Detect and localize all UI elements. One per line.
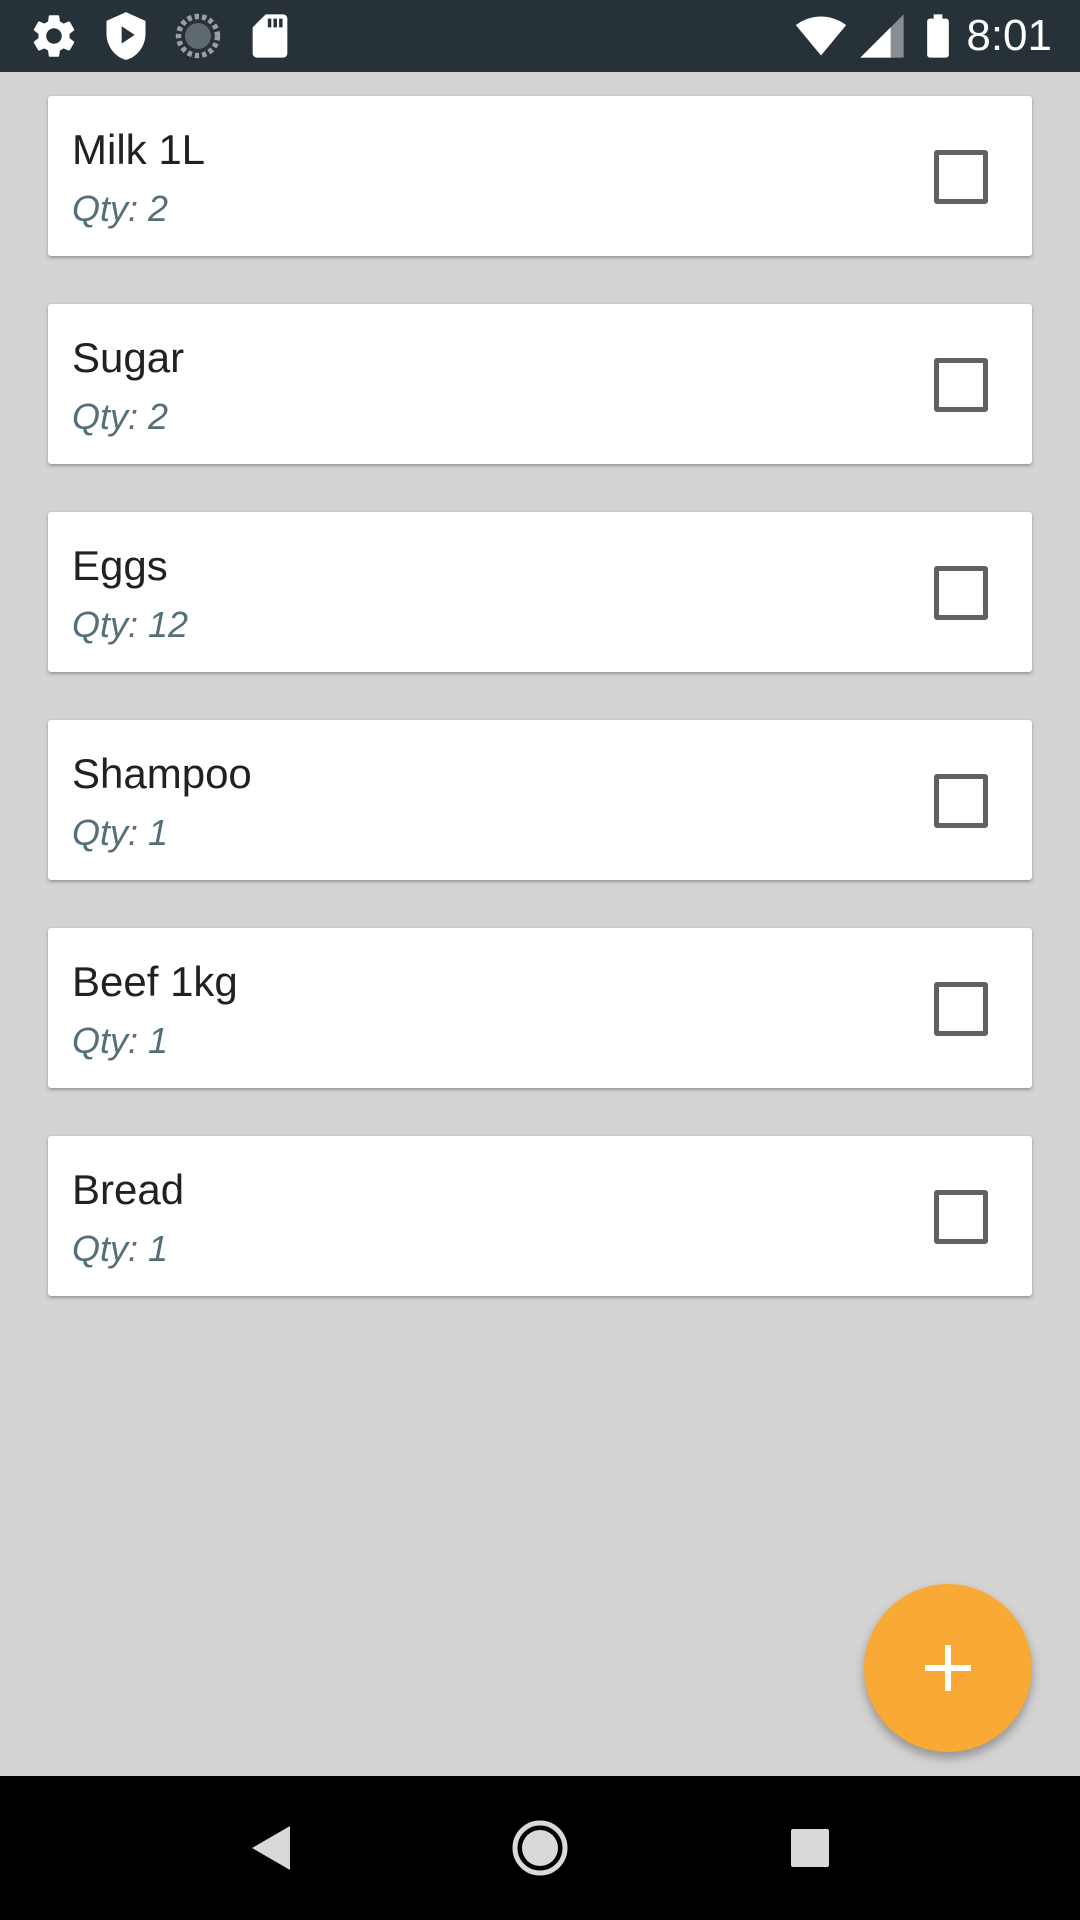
- list-item[interactable]: Milk 1L Qty: 2: [48, 96, 1032, 256]
- item-name: Shampoo: [72, 750, 252, 797]
- item-checkbox[interactable]: [934, 566, 988, 620]
- item-quantity: Qty: 2: [72, 188, 169, 229]
- item-name: Sugar: [72, 334, 185, 381]
- item-checkbox[interactable]: [934, 150, 988, 204]
- status-bar: 8:01: [0, 0, 1080, 72]
- item-checkbox[interactable]: [934, 1190, 988, 1244]
- sync-spinner-icon: [175, 13, 221, 59]
- item-checkbox[interactable]: [934, 982, 988, 1036]
- item-name: Beef 1kg: [72, 958, 238, 1005]
- shield-play-icon: [106, 12, 146, 60]
- settings-icon: [33, 15, 75, 57]
- recents-icon[interactable]: [770, 1818, 850, 1878]
- list-item[interactable]: Sugar Qty: 2: [48, 304, 1032, 464]
- list-item[interactable]: Beef 1kg Qty: 1: [48, 928, 1032, 1088]
- status-time: 8:01: [966, 11, 1052, 60]
- item-name: Milk 1L: [72, 126, 206, 173]
- sd-card-icon: [252, 14, 288, 58]
- item-name: Eggs: [72, 542, 168, 589]
- battery-icon: [927, 14, 949, 58]
- navigation-bar: [0, 1776, 1080, 1920]
- list-item[interactable]: Bread Qty: 1: [48, 1136, 1032, 1296]
- wifi-icon: [795, 16, 847, 56]
- item-checkbox[interactable]: [934, 774, 988, 828]
- list-item[interactable]: Eggs Qty: 12: [48, 512, 1032, 672]
- plus-icon: [925, 1645, 971, 1691]
- item-quantity: Qty: 1: [72, 1020, 169, 1061]
- back-icon[interactable]: [230, 1818, 310, 1878]
- add-item-button[interactable]: [864, 1584, 1032, 1752]
- item-checkbox[interactable]: [934, 358, 988, 412]
- item-quantity: Qty: 2: [72, 396, 169, 437]
- item-quantity: Qty: 1: [72, 812, 169, 853]
- list-item[interactable]: Shampoo Qty: 1: [48, 720, 1032, 880]
- home-icon[interactable]: [500, 1818, 580, 1878]
- item-name: Bread: [72, 1166, 185, 1213]
- cellular-signal-icon: [860, 14, 904, 58]
- item-quantity: Qty: 1: [72, 1228, 169, 1269]
- item-quantity: Qty: 12: [72, 604, 189, 645]
